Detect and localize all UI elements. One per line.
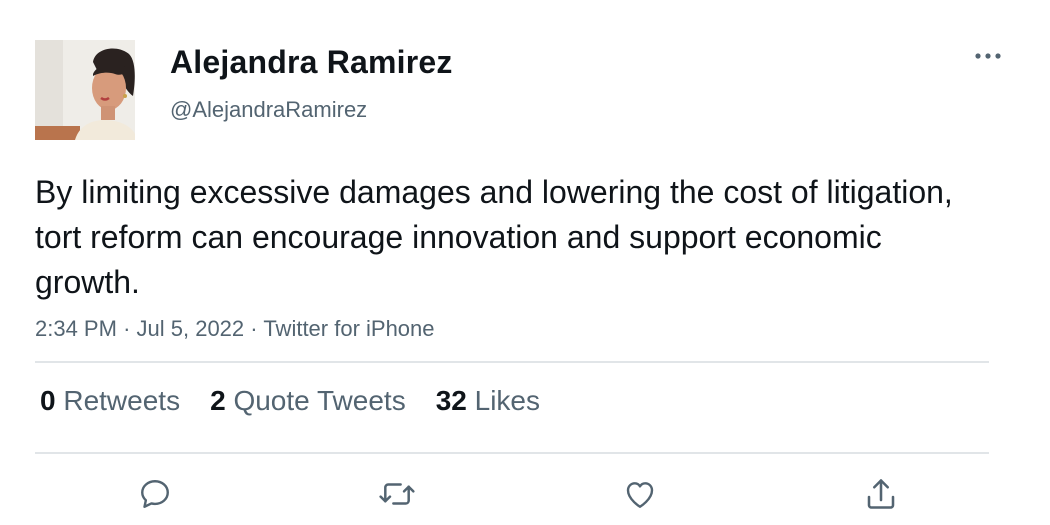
avatar[interactable]	[35, 40, 135, 140]
more-icon[interactable]	[970, 44, 1006, 68]
share-icon	[867, 479, 895, 509]
divider	[35, 361, 989, 363]
quote-tweets-label: Quote Tweets	[233, 385, 406, 416]
retweet-button[interactable]	[377, 474, 417, 514]
quote-tweets-stat[interactable]: 2 Quote Tweets	[210, 385, 406, 417]
likes-count: 32	[435, 385, 467, 416]
divider	[35, 452, 989, 454]
likes-stat[interactable]: 32 Likes	[436, 385, 540, 417]
avatar-photo	[35, 40, 135, 140]
retweets-stat[interactable]: 0 Retweets	[40, 385, 180, 417]
meta-separator: ·	[123, 316, 131, 341]
tweet-meta: 2:34 PM · Jul 5, 2022 · Twitter for iPho…	[35, 316, 435, 342]
retweets-count: 0	[40, 385, 56, 416]
meta-separator: ·	[250, 316, 258, 341]
tweet-date[interactable]: Jul 5, 2022	[137, 316, 245, 341]
more-horizontal-icon	[975, 53, 1001, 59]
tweet-text: By limiting excessive damages and loweri…	[35, 174, 953, 300]
tweet-stats: 0 Retweets 2 Quote Tweets 32 Likes	[40, 385, 570, 417]
reply-icon	[141, 480, 169, 508]
reply-button[interactable]	[135, 474, 175, 514]
author-name[interactable]: Alejandra Ramirez	[170, 44, 453, 81]
heart-icon	[626, 482, 654, 508]
quote-tweets-count: 2	[210, 385, 226, 416]
like-button[interactable]	[620, 474, 660, 514]
retweet-icon	[379, 483, 415, 505]
tweet-source[interactable]: Twitter for iPhone	[263, 316, 434, 341]
share-button[interactable]	[861, 474, 901, 514]
retweets-label: Retweets	[63, 385, 181, 416]
tweet-time[interactable]: 2:34 PM	[35, 316, 117, 341]
tweet-card: Alejandra Ramirez @AlejandraRamirez By l…	[0, 0, 1050, 525]
author-handle[interactable]: @AlejandraRamirez	[170, 97, 367, 123]
likes-label: Likes	[474, 385, 541, 416]
